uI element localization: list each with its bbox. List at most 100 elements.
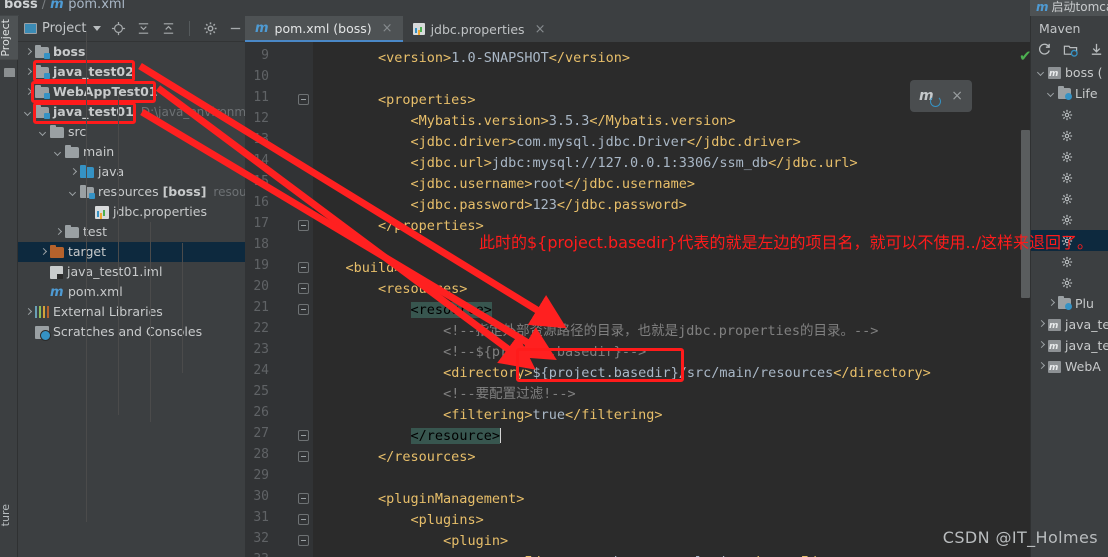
maven-tree-item-java-te[interactable]: java_te	[1031, 335, 1108, 356]
code-fold-marker[interactable]	[298, 262, 309, 273]
tree-item-test[interactable]: test	[18, 222, 245, 242]
chevron-right-icon[interactable]	[54, 228, 63, 237]
tree-item-jdbc-properties[interactable]: jdbc.properties	[18, 202, 245, 222]
code-line[interactable]: <jdbc.password>123</jdbc.password>	[411, 195, 687, 216]
maven-tree-item-goal[interactable]	[1031, 167, 1108, 188]
chevron-right-icon[interactable]	[24, 88, 33, 97]
hide-panel-icon[interactable]	[228, 21, 243, 36]
chevron-down-icon[interactable]	[1047, 89, 1056, 98]
chevron-right-icon[interactable]	[24, 68, 33, 77]
close-icon[interactable]: ×	[535, 22, 546, 37]
maven-tree-item-plu[interactable]: Plu	[1031, 293, 1108, 314]
maven-tree-item-goal[interactable]	[1031, 146, 1108, 167]
settings-gear-icon[interactable]	[203, 21, 218, 36]
code-line[interactable]: <!--指定外部资源路径的目录，也就是jdbc.properties的目录。--…	[443, 321, 878, 342]
code-fold-marker[interactable]	[298, 514, 309, 525]
tree-item-webapptest01[interactable]: WebAppTest01	[18, 82, 245, 102]
code-line[interactable]: <groupId>org.apache.maven.plugins</group…	[476, 552, 826, 557]
maven-reload-popup[interactable]: m ×	[910, 80, 972, 112]
maven-tree-item-weba[interactable]: WebA	[1031, 356, 1108, 377]
tree-item-java-test01[interactable]: java_test01 D:\java_environment	[18, 102, 266, 122]
project-tree[interactable]: boss java_test02 WebAppTest01 java_test01 D:…	[18, 42, 266, 557]
tree-item-main[interactable]: main	[18, 142, 245, 162]
chevron-down-icon[interactable]	[69, 188, 78, 197]
chevron-down-icon[interactable]	[39, 128, 48, 137]
code-line[interactable]: <plugins>	[411, 510, 484, 531]
code-line[interactable]: <plugin>	[443, 531, 508, 552]
chevron-right-icon[interactable]	[1037, 320, 1046, 329]
editor-code[interactable]: <version>1.0-SNAPSHOT</version> <properti…	[313, 42, 1038, 557]
expand-all-icon[interactable]	[136, 21, 151, 36]
editor-scrollbar[interactable]	[1021, 130, 1030, 298]
maven-reload-icon[interactable]: m	[919, 88, 941, 107]
tree-item-target[interactable]: target	[18, 242, 245, 262]
chevron-right-icon[interactable]	[69, 168, 78, 177]
code-line[interactable]: <Mybatis.version>3.5.3</Mybatis.version>	[411, 111, 736, 132]
tree-item-external-libraries[interactable]: External Libraries	[18, 302, 245, 322]
maven-tree-item-goal[interactable]	[1031, 188, 1108, 209]
code-line[interactable]: <pluginManagement>	[378, 489, 524, 510]
reload-icon[interactable]	[1037, 42, 1052, 57]
maven-tree-item-life[interactable]: Life	[1031, 83, 1108, 104]
chevron-down-icon[interactable]	[1037, 68, 1046, 77]
chevron-right-icon[interactable]	[1037, 341, 1046, 350]
collapse-all-icon[interactable]	[161, 21, 176, 36]
maven-tree-item-java-te[interactable]: java_te	[1031, 314, 1108, 335]
maven-tree-item-goal[interactable]	[1031, 209, 1108, 230]
tool-window-button-project[interactable]: Project	[0, 16, 19, 60]
code-line[interactable]: <jdbc.url>jdbc:mysql://127.0.0.1:3306/ss…	[411, 153, 858, 174]
chevron-right-icon[interactable]	[24, 308, 33, 317]
code-fold-marker[interactable]	[298, 430, 309, 441]
locate-icon[interactable]	[111, 21, 126, 36]
tree-item-pom-xml[interactable]: m pom.xml	[18, 282, 245, 302]
code-line[interactable]: </resources>	[378, 447, 476, 468]
code-fold-marker[interactable]	[298, 304, 309, 315]
code-line[interactable]: <jdbc.driver>com.mysql.jdbc.Driver</jdbc…	[411, 132, 801, 153]
chevron-right-icon[interactable]	[1047, 299, 1056, 308]
editor-tab-tomcat[interactable]: m启动tomcat	[1030, 0, 1108, 16]
breadcrumb[interactable]: boss / m pom.xml	[4, 0, 125, 12]
code-line[interactable]: <resource>	[410, 300, 492, 321]
project-view-selector[interactable]: Project	[24, 21, 102, 36]
chevron-down-icon[interactable]	[93, 26, 102, 31]
tree-item-java-test01-iml[interactable]: java_test01.iml	[18, 262, 245, 282]
code-fold-marker[interactable]	[298, 220, 309, 231]
chevron-down-icon[interactable]	[54, 148, 63, 157]
code-line[interactable]: <version>1.0-SNAPSHOT</version>	[378, 48, 630, 69]
editor-tab-pom-xml[interactable]: m pom.xml (boss) ×	[245, 16, 403, 42]
code-fold-marker[interactable]	[298, 94, 309, 105]
tree-item-java-test02[interactable]: java_test02	[18, 62, 245, 82]
code-line[interactable]: <jdbc.username>root</jdbc.username>	[411, 174, 695, 195]
download-sources-icon[interactable]	[1089, 42, 1104, 57]
tree-item-java[interactable]: java	[18, 162, 245, 182]
maven-tree-item-boss-[interactable]: boss (	[1031, 62, 1108, 83]
code-fold-marker[interactable]	[298, 283, 309, 294]
chevron-down-icon[interactable]	[24, 108, 33, 117]
chevron-right-icon[interactable]	[24, 48, 33, 57]
tree-item-src[interactable]: src	[18, 122, 245, 142]
maven-tree-item-goal[interactable]	[1031, 104, 1108, 125]
editor-tab-jdbc-properties[interactable]: jdbc.properties ×	[403, 16, 556, 42]
close-icon[interactable]: ×	[382, 21, 393, 36]
maven-tree[interactable]: boss (Life Plu java_te java_te WebA	[1031, 62, 1108, 377]
code-line[interactable]: </resource>	[410, 426, 501, 447]
breadcrumb-file[interactable]: pom.xml	[68, 0, 125, 12]
code-fold-marker[interactable]	[298, 451, 309, 462]
code-line[interactable]: <properties>	[378, 90, 476, 111]
code-line[interactable]: <directory>${project.basedir}/src/main/r…	[443, 363, 931, 384]
editor-gutter[interactable]: 9 10 11 12 13 14 15 16 17 18 19 20 21 22 23 24 25 26 27 28 2…	[245, 42, 313, 557]
tree-item-resources-boss[interactable]: resources [boss] resou	[18, 182, 247, 202]
code-line[interactable]: <build>	[346, 258, 403, 279]
breadcrumb-project[interactable]: boss	[4, 0, 38, 12]
maven-tree-item-goal[interactable]	[1031, 272, 1108, 293]
close-icon[interactable]: ×	[951, 88, 963, 104]
tool-window-button-structure[interactable]: ture	[0, 504, 19, 526]
maven-tree-item-goal[interactable]	[1031, 125, 1108, 146]
chevron-right-icon[interactable]	[39, 248, 48, 257]
tree-item-scratches-and-consoles[interactable]: Scratches and Consoles	[18, 322, 245, 342]
tree-item-boss[interactable]: boss	[18, 42, 245, 62]
code-line[interactable]: <resources>	[378, 279, 467, 300]
code-line[interactable]: <!--要配置过滤!-->	[443, 384, 576, 405]
editor-tab-strip[interactable]: m pom.xml (boss) × jdbc.properties ×	[245, 16, 1038, 42]
add-maven-project-icon[interactable]	[1063, 42, 1078, 57]
